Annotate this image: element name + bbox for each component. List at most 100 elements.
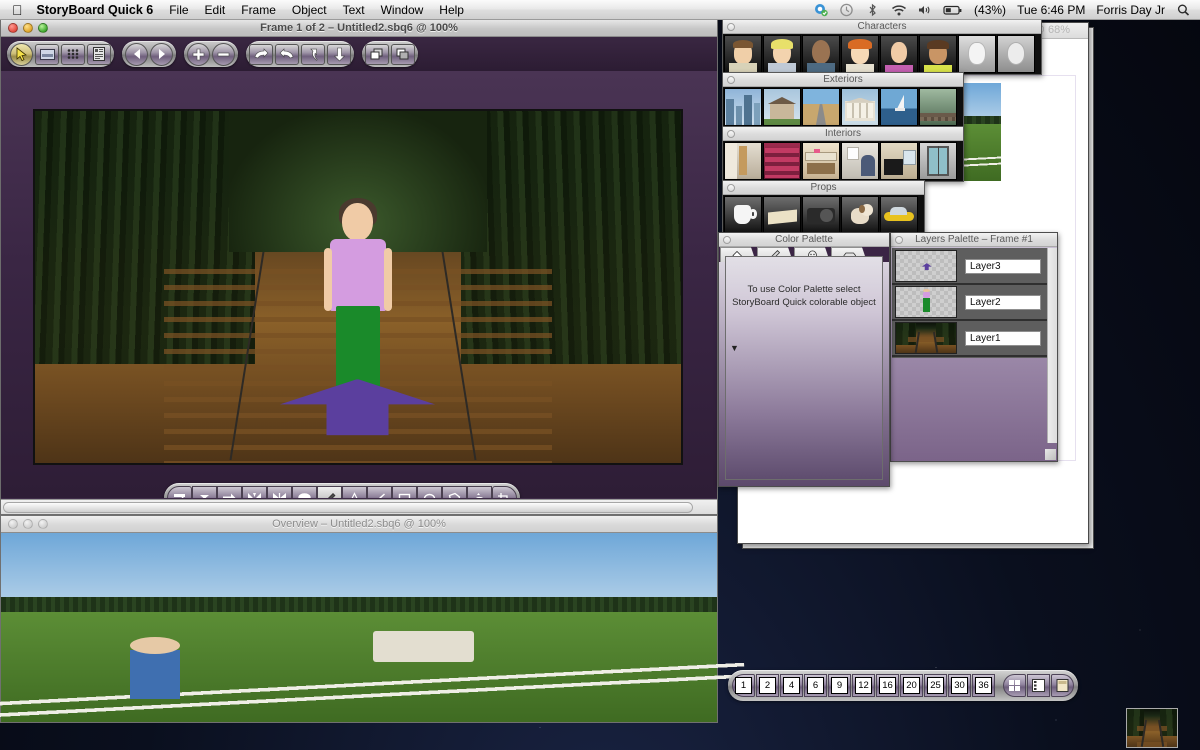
shrink-tool[interactable] <box>242 486 267 498</box>
library-thumbnail-bed[interactable] <box>763 196 801 234</box>
minimize-button[interactable] <box>23 23 33 33</box>
layers-vertical-scrollbar[interactable] <box>1047 248 1057 443</box>
speech-balloon-tool[interactable] <box>292 486 317 498</box>
palette-close-dot[interactable] <box>727 130 735 138</box>
menu-item-frame[interactable]: Frame <box>241 3 276 17</box>
frames-per-page-1[interactable]: 1 <box>732 674 755 697</box>
remove-frame-button[interactable] <box>212 42 235 66</box>
battery-icon[interactable] <box>943 3 963 17</box>
zoom-button[interactable] <box>38 23 48 33</box>
dock-preview-railroad[interactable] <box>1126 708 1178 748</box>
library-thumbnail-airplane-cabin[interactable] <box>841 142 879 180</box>
close-button[interactable] <box>8 23 18 33</box>
frames-per-page-4[interactable]: 4 <box>780 674 803 697</box>
frames-per-page-2[interactable]: 2 <box>756 674 779 697</box>
move-left-button[interactable] <box>275 43 299 65</box>
library-thumbnail-theater-seats[interactable] <box>763 142 801 180</box>
library-thumbnail-outline-head-1[interactable] <box>958 35 996 73</box>
layer-row[interactable]: Layer1 <box>892 321 1047 357</box>
layer-row[interactable]: Layer3 <box>892 249 1047 285</box>
library-thumbnail-dog[interactable] <box>841 196 879 234</box>
library-thumbnail-woman-blonde[interactable] <box>763 35 801 73</box>
canvas-scroll-thumb[interactable] <box>3 502 693 513</box>
layer-thumbnail-railroad[interactable] <box>895 322 957 354</box>
layer-name-field[interactable]: Layer1 <box>965 330 1041 346</box>
exteriors-palette[interactable]: Exteriors <box>722 72 964 128</box>
exteriors-thumbnail-strip[interactable] <box>723 87 963 127</box>
send-backward-button[interactable] <box>391 43 415 65</box>
props-palette-titlebar[interactable]: Props <box>723 181 924 195</box>
document-view-button[interactable] <box>87 43 111 65</box>
frames-per-page-12[interactable]: 12 <box>852 674 875 697</box>
timemachine-icon[interactable] <box>839 3 854 17</box>
list-layout-button[interactable] <box>1027 674 1050 697</box>
spotlight-search-icon[interactable] <box>1176 3 1191 17</box>
menu-item-window[interactable]: Window <box>381 3 424 17</box>
props-palette[interactable]: Props <box>722 180 925 236</box>
crop-tool[interactable] <box>492 486 517 498</box>
grid-layout-button[interactable] <box>1003 674 1026 697</box>
bezier-curve-tool[interactable] <box>467 486 492 498</box>
color-palette-titlebar[interactable]: Color Palette <box>719 233 889 247</box>
oval-tool[interactable] <box>417 486 442 498</box>
library-thumbnail-outline-head-2[interactable] <box>997 35 1035 73</box>
color-palette-window[interactable]: Color Palette To use Color Palette selec… <box>718 232 890 487</box>
wifi-icon[interactable] <box>891 3 907 17</box>
palette-close-dot[interactable] <box>727 76 735 84</box>
library-thumbnail-coffee-cup[interactable] <box>724 196 762 234</box>
text-tool[interactable] <box>342 486 367 498</box>
overview-close-button[interactable] <box>8 519 18 529</box>
grow-tool[interactable] <box>267 486 292 498</box>
canvas-area[interactable] <box>1 71 717 498</box>
interiors-palette[interactable]: Interiors <box>722 126 964 182</box>
palette-close-dot[interactable] <box>727 184 735 192</box>
library-thumbnail-sailboat-lake[interactable] <box>880 88 918 126</box>
flip-vertical-tool[interactable] <box>192 486 217 498</box>
exteriors-palette-titlebar[interactable]: Exteriors <box>723 73 963 87</box>
layer-row[interactable]: Layer2 <box>892 285 1047 321</box>
overview-frame-item-2[interactable]: Frame 2 <box>0 533 746 728</box>
overview-zoom-button[interactable] <box>38 519 48 529</box>
menu-item-help[interactable]: Help <box>439 3 464 17</box>
polygon-tool[interactable] <box>442 486 467 498</box>
next-frame-button[interactable] <box>150 42 173 66</box>
library-thumbnail-camera[interactable] <box>802 196 840 234</box>
library-thumbnail-classical-monument[interactable] <box>841 88 879 126</box>
overview-titlebar[interactable]: Overview – Untitled2.sbq6 @ 100% <box>1 516 717 533</box>
main-document-window[interactable]: Frame 1 of 2 – Untitled2.sbq6 @ 100% <box>0 20 718 515</box>
frames-per-page-9[interactable]: 9 <box>828 674 851 697</box>
arrow-select-tool[interactable] <box>10 42 33 66</box>
layer-thumbnail-arrow[interactable] <box>895 250 957 282</box>
menu-item-text[interactable]: Text <box>343 3 365 17</box>
move-right-button[interactable] <box>249 43 273 65</box>
library-thumbnail-workstation[interactable] <box>880 142 918 180</box>
rectangle-tool[interactable] <box>392 486 417 498</box>
triangle-down-icon[interactable]: ▼ <box>730 343 739 353</box>
library-thumbnail-woman-long-hair[interactable] <box>880 35 918 73</box>
overview-frame-thumbnail[interactable] <box>0 533 746 728</box>
library-thumbnail-suburban-house[interactable] <box>763 88 801 126</box>
user-name[interactable]: Forris Day Jr <box>1096 3 1165 17</box>
library-thumbnail-taxi-car[interactable] <box>880 196 918 234</box>
bluetooth-icon[interactable] <box>865 3 880 17</box>
palette-close-dot[interactable] <box>723 236 731 244</box>
filmstrip-view-button[interactable] <box>35 43 59 65</box>
library-thumbnail-bridge[interactable] <box>919 88 957 126</box>
frame-canvas-image[interactable] <box>33 109 683 465</box>
main-window-titlebar[interactable]: Frame 1 of 2 – Untitled2.sbq6 @ 100% <box>1 20 717 37</box>
frames-per-page-20[interactable]: 20 <box>900 674 923 697</box>
previous-frame-button[interactable] <box>125 42 148 66</box>
menu-item-file[interactable]: File <box>169 3 188 17</box>
palette-close-dot[interactable] <box>895 236 903 244</box>
library-thumbnail-hallway[interactable] <box>724 142 762 180</box>
apple-icon[interactable]:  <box>12 3 23 17</box>
layers-palette-window[interactable]: Layers Palette – Frame #1 Layer3 Layer2 <box>890 232 1058 462</box>
library-thumbnail-city-skyline[interactable] <box>724 88 762 126</box>
layer-name-field[interactable]: Layer3 <box>965 258 1041 274</box>
grid-view-button[interactable] <box>61 43 85 65</box>
layer-thumbnail-woman[interactable] <box>895 286 957 318</box>
props-thumbnail-strip[interactable] <box>723 195 924 235</box>
move-down-button[interactable] <box>327 43 351 65</box>
characters-thumbnail-strip[interactable] <box>723 34 1041 74</box>
layers-palette-titlebar[interactable]: Layers Palette – Frame #1 <box>891 233 1057 247</box>
